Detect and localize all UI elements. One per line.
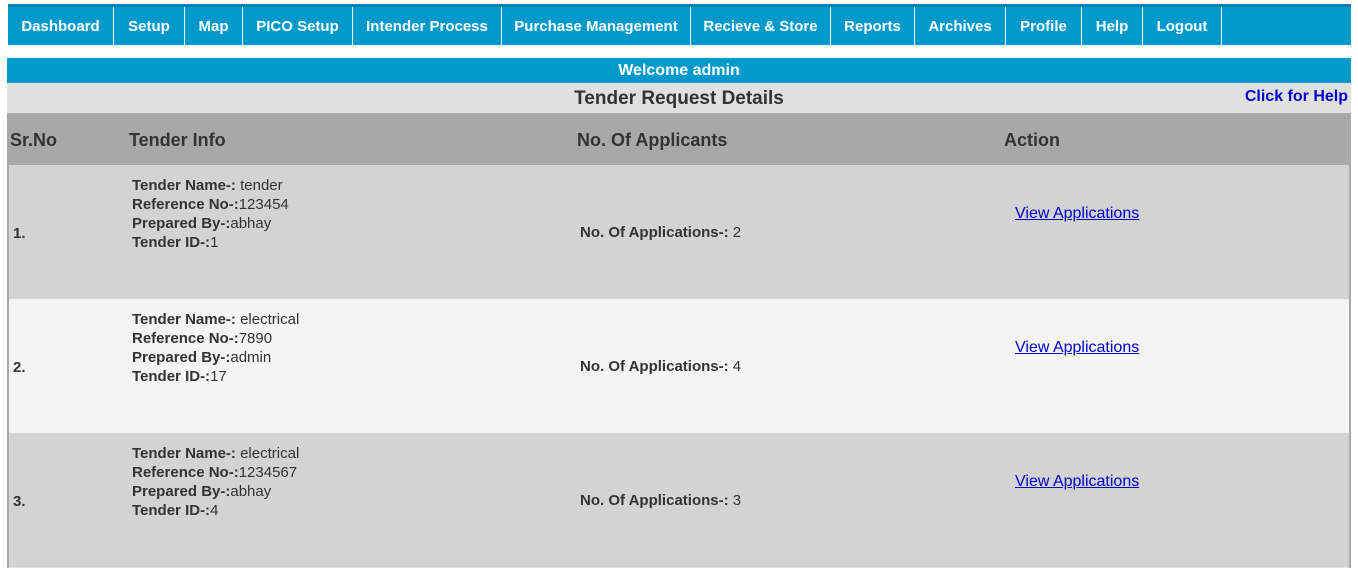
tender-table: Sr.No Tender Info No. Of Applicants Acti…	[7, 113, 1351, 568]
nav-reports[interactable]: Reports	[831, 7, 915, 45]
reference-no-label: Reference No-:	[132, 330, 239, 347]
prepared-by-value: abhay	[230, 483, 272, 500]
nav-profile[interactable]: Profile	[1006, 7, 1082, 45]
tender-id-label: Tender ID-:	[132, 368, 211, 385]
applications-count: 3	[728, 492, 742, 509]
prepared-by-label: Prepared By-:	[132, 483, 231, 500]
header-applicants: No. Of Applicants	[577, 130, 728, 150]
table-header-row: Sr.No Tender Info No. Of Applicants Acti…	[9, 115, 1349, 165]
help-link[interactable]: Click for Help	[1245, 88, 1348, 106]
reference-no-value: 123454	[238, 196, 289, 213]
view-applications-link[interactable]: View Applications	[1015, 205, 1139, 223]
prepared-by-value: abhay	[230, 215, 272, 232]
reference-no-label: Reference No-:	[132, 464, 239, 481]
table-row: 3. Tender Name-: electrical Reference No…	[9, 433, 1349, 567]
nav-map[interactable]: Map	[185, 7, 243, 45]
nav-purchase-management[interactable]: Purchase Management	[502, 7, 691, 45]
tender-name-label: Tender Name-:	[132, 445, 236, 462]
page-title: Tender Request Details	[574, 88, 784, 109]
header-tender-info: Tender Info	[129, 130, 226, 150]
applications-label: No. Of Applications-:	[580, 492, 729, 509]
tender-name-label: Tender Name-:	[132, 177, 236, 194]
applications-cell: No. Of Applications-: 4	[580, 358, 741, 375]
tender-info-cell: Tender Name-: tender Reference No-:12345…	[132, 176, 289, 252]
reference-no-label: Reference No-:	[132, 196, 239, 213]
tender-id-value: 4	[210, 502, 219, 519]
nav-recieve-store[interactable]: Recieve & Store	[691, 7, 831, 45]
row-sr-no: 2.	[13, 359, 26, 376]
row-sr-no: 1.	[13, 225, 26, 242]
page: Dashboard Setup Map PICO Setup Intender …	[0, 0, 1358, 568]
nav-pico-setup[interactable]: PICO Setup	[243, 7, 353, 45]
welcome-banner: Welcome admin	[7, 58, 1351, 83]
prepared-by-label: Prepared By-:	[132, 215, 231, 232]
applications-count: 2	[728, 224, 742, 241]
title-row: Tender Request Details Click for Help	[7, 83, 1351, 113]
reference-no-value: 7890	[238, 330, 273, 347]
applications-count: 4	[728, 358, 742, 375]
applications-cell: No. Of Applications-: 3	[580, 492, 741, 509]
header-sr-no: Sr.No	[10, 130, 58, 150]
tender-id-value: 17	[210, 368, 227, 385]
tender-name-label: Tender Name-:	[132, 311, 236, 328]
tender-info-cell: Tender Name-: electrical Reference No-:1…	[132, 444, 299, 520]
tender-name-value: electrical	[235, 445, 300, 462]
tender-name-value: electrical	[235, 311, 300, 328]
reference-no-value: 1234567	[238, 464, 298, 481]
tender-info-cell: Tender Name-: electrical Reference No-:7…	[132, 310, 299, 386]
view-applications-link[interactable]: View Applications	[1015, 473, 1139, 491]
tender-id-label: Tender ID-:	[132, 502, 211, 519]
nav-dashboard[interactable]: Dashboard	[8, 7, 114, 45]
nav-archives[interactable]: Archives	[915, 7, 1006, 45]
nav-logout[interactable]: Logout	[1143, 7, 1222, 45]
tender-id-value: 1	[210, 234, 219, 251]
prepared-by-value: admin	[230, 349, 272, 366]
tender-name-value: tender	[235, 177, 283, 194]
nav-setup[interactable]: Setup	[114, 7, 185, 45]
tender-id-label: Tender ID-:	[132, 234, 211, 251]
view-applications-link[interactable]: View Applications	[1015, 339, 1139, 357]
row-sr-no: 3.	[13, 493, 26, 510]
applications-cell: No. Of Applications-: 2	[580, 224, 741, 241]
applications-label: No. Of Applications-:	[580, 358, 729, 375]
prepared-by-label: Prepared By-:	[132, 349, 231, 366]
table-row: 2. Tender Name-: electrical Reference No…	[9, 299, 1349, 433]
main-nav-bar: Dashboard Setup Map PICO Setup Intender …	[8, 4, 1351, 45]
nav-help[interactable]: Help	[1082, 7, 1143, 45]
content-area: Tender Request Details Click for Help Sr…	[7, 83, 1351, 568]
nav-intender-process[interactable]: Intender Process	[353, 7, 502, 45]
table-row: 1. Tender Name-: tender Reference No-:12…	[9, 165, 1349, 299]
header-action: Action	[1004, 130, 1060, 150]
applications-label: No. Of Applications-:	[580, 224, 729, 241]
